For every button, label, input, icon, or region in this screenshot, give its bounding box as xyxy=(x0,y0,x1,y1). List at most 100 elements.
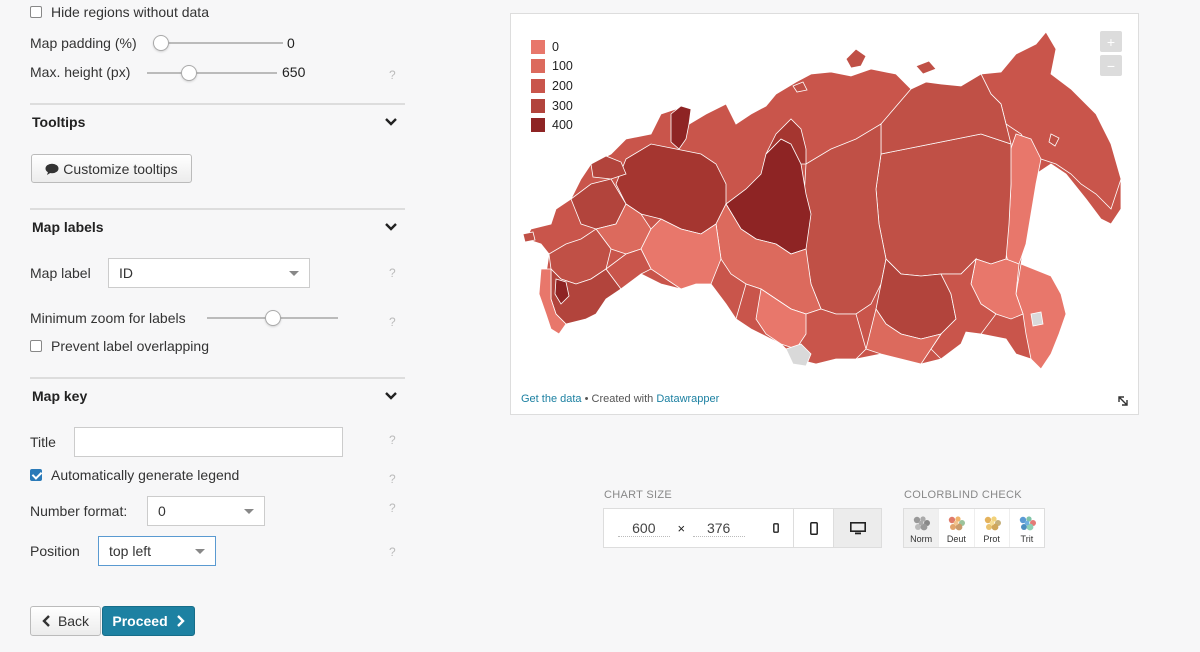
colorblind-mode-trit[interactable]: Trit xyxy=(1010,509,1044,547)
padding-row: Map padding (%) xyxy=(30,35,137,51)
map-region[interactable] xyxy=(845,48,867,69)
min-zoom-row: Minimum zoom for labels xyxy=(30,310,186,326)
colorblind-label: Norm xyxy=(910,534,933,544)
color-dot xyxy=(989,520,995,526)
title-row: Title xyxy=(30,434,56,450)
map-region[interactable] xyxy=(522,231,536,243)
datawrapper-link[interactable]: Datawrapper xyxy=(656,393,719,405)
maxheight-slider[interactable] xyxy=(147,65,277,81)
customize-tooltips-button[interactable]: Customize tooltips xyxy=(31,154,192,183)
dots-icon xyxy=(1019,516,1036,531)
colorblind-title: COLORBLIND CHECK xyxy=(904,489,1022,501)
padding-value: 0 xyxy=(287,35,295,51)
divider xyxy=(30,208,405,210)
position-select[interactable]: top left xyxy=(98,536,216,566)
min-zoom-slider-thumb[interactable] xyxy=(264,310,281,326)
customize-tooltips-label: Customize tooltips xyxy=(63,160,178,177)
prevent-overlap-label: Prevent label overlapping xyxy=(51,338,209,354)
position-row: Position xyxy=(30,543,80,559)
dots-icon xyxy=(949,516,966,531)
prevent-overlap-row[interactable]: Prevent label overlapping xyxy=(30,338,209,354)
back-label: Back xyxy=(57,613,90,629)
desktop-icon xyxy=(849,521,866,534)
footer-created-with: • Created with xyxy=(581,393,657,405)
colorblind-mode-prot[interactable]: Prot xyxy=(975,509,1010,547)
auto-legend-checkbox[interactable] xyxy=(30,469,42,481)
maxheight-value: 650 xyxy=(282,64,306,80)
divider xyxy=(30,103,405,105)
padding-slider[interactable] xyxy=(153,35,283,51)
chart-height-input[interactable]: 376 xyxy=(692,520,745,537)
help-icon[interactable]: ? xyxy=(389,315,396,329)
get-data-link[interactable]: Get the data xyxy=(521,393,582,405)
mobile-button[interactable] xyxy=(793,509,833,547)
color-dot xyxy=(918,520,924,526)
legend-title-input[interactable] xyxy=(74,427,343,457)
number-format-row: Number format: xyxy=(30,503,127,519)
help-icon[interactable]: ? xyxy=(389,68,396,82)
map-footer: Get the data • Created with Datawrapper xyxy=(521,393,719,405)
tooltips-header[interactable]: Tooltips xyxy=(32,114,85,130)
times-sign: × xyxy=(677,520,686,536)
auto-legend-row[interactable]: Automatically generate legend xyxy=(30,467,239,483)
help-icon[interactable]: ? xyxy=(389,433,396,447)
help-icon[interactable]: ? xyxy=(389,545,396,559)
map-label-value: ID xyxy=(119,265,133,281)
position-label: Position xyxy=(30,543,80,559)
chevron-down-icon[interactable] xyxy=(384,391,398,401)
dots-icon xyxy=(913,516,931,531)
map-key-header[interactable]: Map key xyxy=(32,388,87,404)
map-region[interactable] xyxy=(875,133,1012,277)
chevron-right-icon xyxy=(176,615,185,627)
caret-down-icon xyxy=(195,549,205,554)
proceed-button[interactable]: Proceed xyxy=(102,606,195,636)
hide-regions-row[interactable]: Hide regions without data xyxy=(30,4,209,20)
colorblind-mode-norm[interactable]: Norm xyxy=(904,509,940,547)
min-zoom-slider[interactable] xyxy=(207,310,338,326)
map-labels-header[interactable]: Map labels xyxy=(32,219,104,235)
russia-choropleth-map[interactable] xyxy=(511,14,1140,416)
map-preview: 0 100 200 300 400 + − Get the data • Cre… xyxy=(510,13,1139,415)
caret-down-icon xyxy=(244,509,254,514)
min-zoom-label: Minimum zoom for labels xyxy=(30,310,186,326)
back-button[interactable]: Back xyxy=(30,606,101,636)
dots-icon xyxy=(984,516,1001,531)
help-icon[interactable]: ? xyxy=(389,266,396,280)
position-value: top left xyxy=(109,543,152,559)
phone-small-icon xyxy=(772,523,779,533)
comment-icon xyxy=(45,163,59,175)
colorblind-label: Prot xyxy=(983,534,1000,544)
title-label: Title xyxy=(30,434,56,450)
map-region[interactable] xyxy=(915,60,937,75)
colorblind-mode-deut[interactable]: Deut xyxy=(939,509,975,547)
resize-icon[interactable] xyxy=(1118,396,1128,406)
desktop-button[interactable] xyxy=(833,509,881,547)
caret-down-icon xyxy=(289,271,299,276)
chevron-down-icon[interactable] xyxy=(384,222,398,232)
chart-size-inputs: 600 × 376 xyxy=(604,509,758,547)
help-icon[interactable]: ? xyxy=(389,472,396,486)
maxheight-slider-thumb[interactable] xyxy=(181,65,198,81)
map-label-select[interactable]: ID xyxy=(108,258,310,288)
number-format-select[interactable]: 0 xyxy=(147,496,265,526)
map-label-label: Map label xyxy=(30,265,91,281)
help-icon[interactable]: ? xyxy=(389,501,396,515)
map-region-nodata[interactable] xyxy=(1030,311,1044,327)
map-label-row: Map label xyxy=(30,265,91,281)
hide-regions-checkbox[interactable] xyxy=(30,6,42,18)
chevron-down-icon[interactable] xyxy=(384,117,398,127)
maxheight-label: Max. height (px) xyxy=(30,64,131,80)
number-format-value: 0 xyxy=(158,503,166,519)
padding-slider-thumb[interactable] xyxy=(153,35,169,51)
prevent-overlap-checkbox[interactable] xyxy=(30,340,42,352)
chart-size-title: CHART SIZE xyxy=(604,489,672,501)
colorblind-label: Trit xyxy=(1020,534,1034,544)
chevron-left-icon xyxy=(42,615,50,627)
colorblind-label: Deut xyxy=(946,534,966,544)
proceed-label: Proceed xyxy=(112,613,168,629)
chart-width-input[interactable]: 600 xyxy=(617,520,670,537)
divider xyxy=(30,377,405,379)
number-format-label: Number format: xyxy=(30,503,128,519)
settings-panel: Hide regions without data Map padding (%… xyxy=(0,0,420,652)
mobile-small-button[interactable] xyxy=(758,509,793,547)
